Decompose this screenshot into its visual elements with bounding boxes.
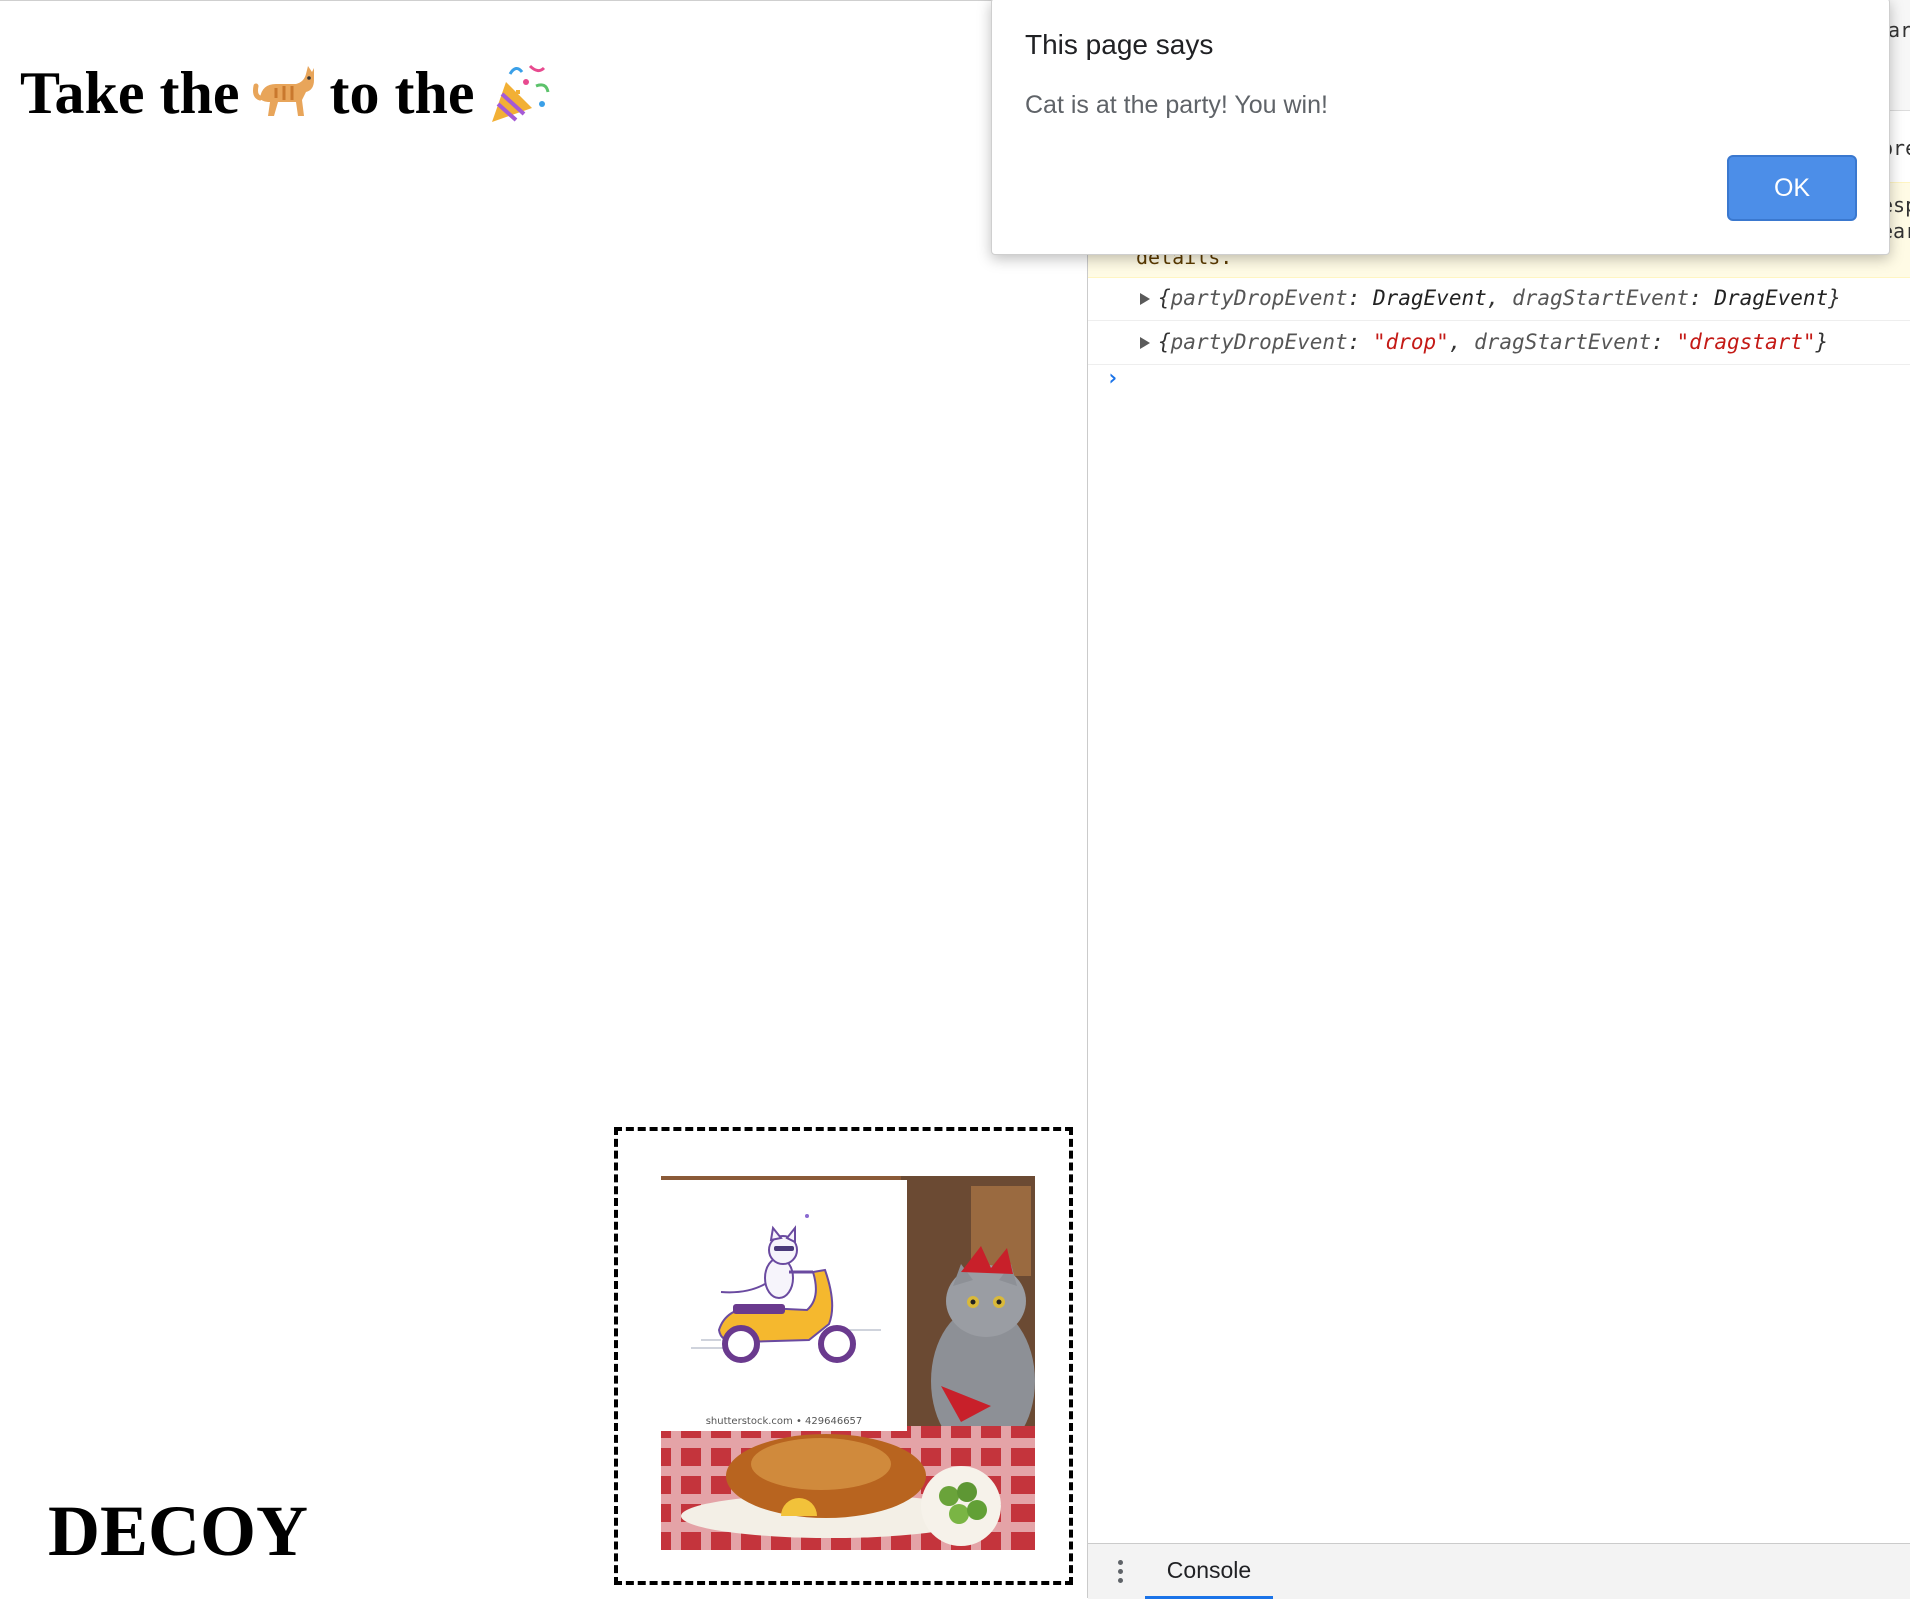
alert-dialog: This page says Cat is at the party! You … — [991, 0, 1890, 255]
devtools-drawer-bar: Console — [1088, 1543, 1910, 1599]
cat-image[interactable]: shutterstock.com • 429646657 — [661, 1180, 907, 1431]
more-options-kebab-icon[interactable] — [1118, 1560, 1124, 1586]
page-content: Take the to the DECOY shutterstock.com •… — [0, 0, 1087, 1598]
alert-message: Cat is at the party! You win! — [1025, 91, 1328, 119]
title-text-to: to the — [329, 60, 475, 126]
decoy-label[interactable]: DECOY — [48, 1491, 308, 1571]
cat-image-caption: shutterstock.com • 429646657 — [705, 1416, 863, 1427]
party-drop-zone[interactable]: shutterstock.com • 429646657 — [614, 1127, 1073, 1585]
alert-title: This page says — [1025, 29, 1214, 60]
tab-console[interactable]: Console — [1145, 1544, 1273, 1599]
page-title: Take the to the — [20, 53, 564, 133]
console-log-line[interactable]: {partyDropEvent: "drop", dragStartEvent:… — [1088, 320, 1910, 365]
cat-on-scooter-icon — [661, 1180, 907, 1431]
expand-triangle-icon[interactable] — [1140, 293, 1150, 305]
console-prompt-caret-icon[interactable]: › — [1106, 366, 1119, 391]
expand-triangle-icon[interactable] — [1140, 337, 1150, 349]
toolbar-fragment: ar — [1888, 18, 1910, 42]
cat-emoji-icon[interactable] — [252, 60, 318, 126]
party-popper-emoji-icon — [492, 64, 550, 122]
title-text-take: Take the — [20, 60, 240, 126]
console-log-line[interactable]: {partyDropEvent: DragEvent, dragStartEve… — [1088, 276, 1910, 321]
ok-button[interactable]: OK — [1727, 155, 1857, 221]
